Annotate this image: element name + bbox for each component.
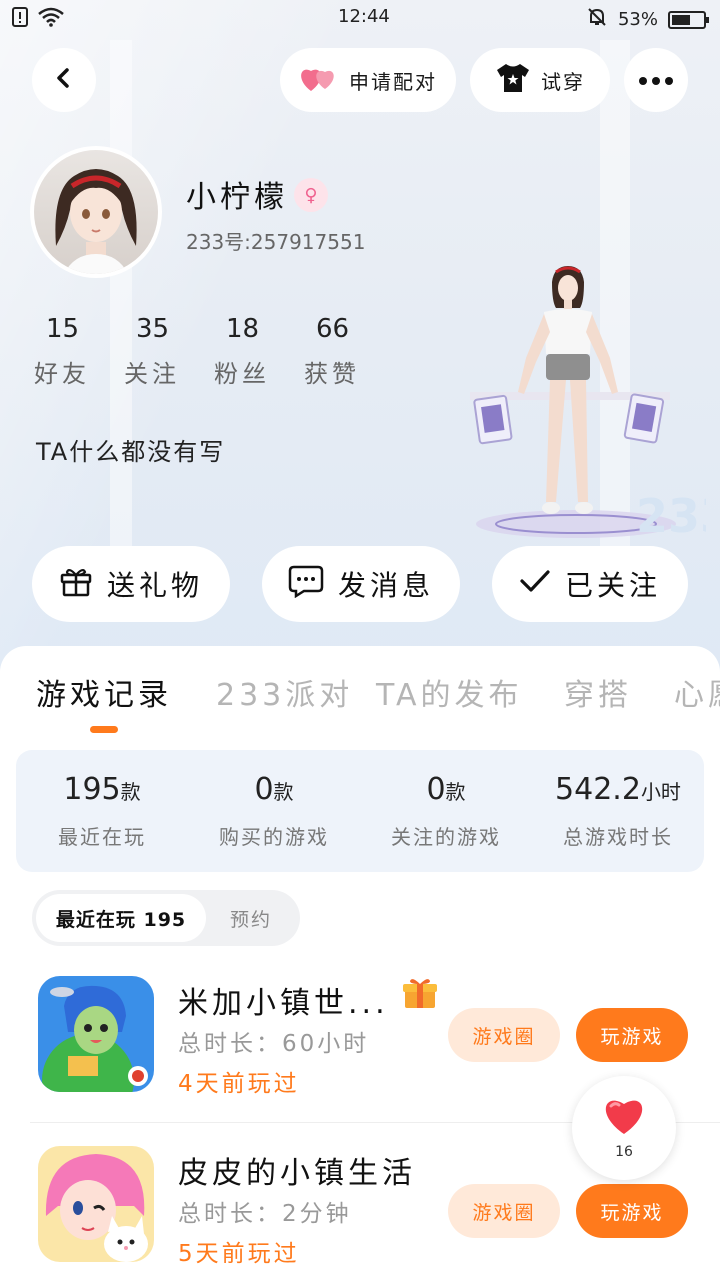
status-time: 12:44: [338, 6, 390, 27]
summary-followed-unit: 款: [445, 780, 466, 804]
tab-wishlist[interactable]: 心愿: [674, 670, 720, 714]
gift-box-icon: [402, 976, 438, 1014]
game-duration: 总时长：60小时: [178, 1031, 370, 1057]
tab-233-party[interactable]: 233派对: [216, 670, 353, 714]
game-last-played: 5天前玩过: [178, 1241, 300, 1267]
pair-request-label: 申请配对: [349, 69, 437, 94]
game-title: 米加小镇世...: [178, 986, 389, 1021]
play-game-button[interactable]: 玩游戏: [576, 1008, 688, 1062]
game-icon-pipi[interactable]: [38, 1146, 154, 1262]
stat-following-num: 35: [136, 314, 170, 344]
stat-likes-num: 66: [316, 314, 350, 344]
game-circle-button[interactable]: 游戏圈: [448, 1184, 560, 1238]
stat-following[interactable]: 35 关注: [118, 314, 208, 389]
more-dots-icon: [638, 71, 674, 90]
game-last-played: 4天前玩过: [178, 1071, 300, 1097]
summary-recent-value: 195: [63, 772, 121, 807]
more-button[interactable]: [624, 48, 688, 112]
stat-fans-num: 18: [226, 314, 260, 344]
list-filter-segment: 最近在玩 195 预约: [32, 890, 300, 946]
profile-bio: TA什么都没有写: [36, 438, 226, 466]
stat-fans[interactable]: 18 粉丝: [208, 314, 298, 389]
summary-time-value: 542.2: [555, 772, 641, 807]
profile-stats: 15 好友 35 关注 18 粉丝 66 获赞: [28, 314, 388, 389]
mute-bell-icon: [586, 6, 608, 33]
followed-label: 已关注: [564, 569, 661, 602]
game-summary: 195款 最近在玩 0款 购买的游戏 0款 关注的游戏 542.2小时 总游戏时…: [16, 750, 704, 872]
stat-following-label: 关注: [124, 360, 180, 388]
summary-total-time[interactable]: 542.2小时 总游戏时长: [532, 750, 704, 872]
summary-time-label: 总游戏时长: [563, 825, 673, 849]
summary-purchased[interactable]: 0款 购买的游戏: [188, 750, 360, 872]
game-icon-miga[interactable]: [38, 976, 154, 1092]
like-float-button[interactable]: 16: [572, 1076, 676, 1180]
game-title: 皮皮的小镇生活: [178, 1156, 416, 1191]
heart-icon: [601, 1096, 647, 1140]
chat-bubble-icon: [288, 564, 324, 605]
summary-followed-games[interactable]: 0款 关注的游戏: [360, 750, 532, 872]
send-message-button[interactable]: 发消息: [262, 546, 460, 622]
profile-tabs: 游戏记录 233派对 TA的发布 穿搭 心愿: [0, 660, 720, 730]
status-bar: 12:44 53%: [0, 0, 720, 36]
avatar-3d-figure[interactable]: 233: [466, 262, 720, 552]
game-duration: 总时长：2分钟: [178, 1201, 352, 1227]
chevron-left-icon: [52, 66, 76, 94]
avatar[interactable]: [30, 146, 162, 278]
wifi-icon: [38, 7, 64, 32]
pair-request-button[interactable]: 申请配对: [280, 48, 456, 112]
try-on-button[interactable]: 试穿: [470, 48, 610, 112]
svg-text:233: 233: [636, 489, 706, 543]
send-message-label: 发消息: [337, 569, 434, 602]
battery-icon: [668, 10, 709, 29]
like-count: 16: [615, 1144, 633, 1160]
stat-friends[interactable]: 15 好友: [28, 314, 118, 389]
game-circle-button[interactable]: 游戏圈: [448, 1008, 560, 1062]
summary-purchased-unit: 款: [273, 780, 294, 804]
check-icon: [519, 567, 551, 602]
tshirt-icon: [495, 62, 531, 99]
profile-uid[interactable]: 233号:257917551: [186, 226, 365, 255]
segment-recent-playing[interactable]: 最近在玩 195: [36, 894, 206, 942]
summary-followed-value: 0: [426, 772, 446, 807]
stat-likes[interactable]: 66 获赞: [298, 314, 388, 389]
summary-recent-unit: 款: [120, 780, 141, 804]
segment-reservations[interactable]: 预约: [230, 894, 272, 942]
gift-icon: [59, 564, 93, 605]
summary-time-unit: 小时: [640, 780, 681, 804]
battery-percent: 53%: [617, 9, 658, 30]
stat-likes-label: 获赞: [304, 360, 360, 388]
tab-outfits[interactable]: 穿搭: [564, 670, 632, 714]
back-button[interactable]: [32, 48, 96, 112]
send-gift-button[interactable]: 送礼物: [32, 546, 230, 622]
tab-posts[interactable]: TA的发布: [376, 670, 523, 714]
send-gift-label: 送礼物: [106, 569, 203, 602]
summary-purchased-value: 0: [254, 772, 274, 807]
heart-pair-icon: [299, 63, 339, 98]
tab-indicator: [90, 726, 118, 733]
summary-recent-label: 最近在玩: [58, 825, 146, 849]
tab-game-records[interactable]: 游戏记录: [36, 670, 172, 714]
sim-alert-icon: [10, 7, 30, 32]
summary-purchased-label: 购买的游戏: [219, 825, 329, 849]
profile-name: 小柠檬: [186, 180, 288, 215]
female-gender-icon: ♀: [294, 178, 328, 212]
summary-followed-label: 关注的游戏: [391, 825, 501, 849]
stat-friends-label: 好友: [34, 360, 90, 388]
summary-recent[interactable]: 195款 最近在玩: [16, 750, 188, 872]
play-game-button[interactable]: 玩游戏: [576, 1184, 688, 1238]
followed-button[interactable]: 已关注: [492, 546, 688, 622]
avatar-image: [34, 150, 158, 274]
stat-fans-label: 粉丝: [214, 360, 270, 388]
try-on-label: 试穿: [541, 69, 585, 94]
stat-friends-num: 15: [46, 314, 80, 344]
